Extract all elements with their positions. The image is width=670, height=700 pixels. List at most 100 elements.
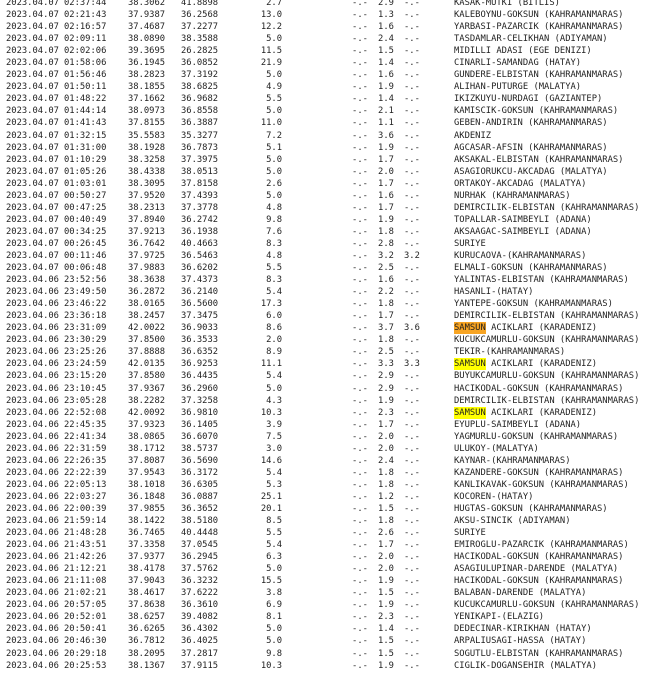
ml-cell: 2.4 [378, 34, 394, 45]
location-cell: KALEBOYNU-GOKSUN (KAHRAMANMARAS) [454, 10, 624, 21]
location-cell: BALABAN-DARENDE (MALATYA) [454, 588, 587, 599]
mw-cell: -.- [404, 287, 420, 298]
location-cell: SOGUTLU-ELBISTAN (KAHRAMANMARAS) [454, 648, 624, 659]
location-cell: KAYNAR-(KAHRAMANMARAS) [454, 455, 571, 466]
mw-cell: -.- [404, 154, 420, 165]
date-cell: 2023.04.07 [6, 106, 59, 117]
table-row: 2023.04.07 02:21:43 37.9387 36.2568 13.0 -.- 1… [6, 9, 639, 21]
ml-cell: 2.2 [378, 287, 394, 298]
mw-cell: -.- [404, 34, 420, 45]
mw-cell: -.- [404, 263, 420, 274]
mw-cell: -.- [404, 443, 420, 454]
mw-cell: -.- [404, 395, 420, 406]
time-cell: 22:41:34 [64, 431, 107, 442]
date-cell: 2023.04.06 [6, 407, 59, 418]
ml-cell: 1.4 [378, 94, 394, 105]
date-cell: 2023.04.06 [6, 636, 59, 647]
longitude-cell: 36.5600 [181, 299, 219, 310]
location-cell: AKSAKAL-ELBISTAN (KAHRAMANMARAS) [454, 154, 624, 165]
md-cell: -.- [352, 263, 368, 274]
table-row: 2023.04.06 23:36:18 38.2457 37.3475 6.0 -.- 1.… [6, 310, 639, 322]
md-cell: -.- [352, 118, 368, 129]
table-row: 2023.04.06 22:45:35 37.9323 36.1405 3.9 -.- 1.… [6, 419, 639, 431]
md-cell: -.- [352, 503, 368, 514]
md-cell: -.- [352, 624, 368, 635]
longitude-cell: 37.0545 [181, 540, 219, 551]
longitude-cell: 40.4663 [181, 238, 219, 249]
location-cell: YAGMURLU-GOKSUN (KAHRAMANMARAS) [454, 431, 619, 442]
ml-cell: 2.0 [378, 166, 394, 177]
depth-cell: 11.1 [260, 359, 282, 370]
md-cell: -.- [352, 299, 368, 310]
location-cell: GEBEN-ANDIRIN (KAHRAMANMARAS) [454, 118, 608, 129]
mw-cell: -.- [404, 166, 420, 177]
ml-cell: 1.6 [378, 70, 394, 81]
longitude-cell: 37.5762 [181, 564, 219, 575]
latitude-cell: 38.4178 [128, 564, 166, 575]
time-cell: 20:25:53 [64, 660, 107, 671]
mw-cell: -.- [404, 612, 420, 623]
mw-cell: -.- [404, 118, 420, 129]
mw-cell: -.- [404, 660, 420, 671]
depth-cell: 20.1 [260, 503, 282, 514]
longitude-cell: 38.0513 [181, 166, 219, 177]
date-cell: 2023.04.06 [6, 552, 59, 563]
time-cell: 00:06:48 [64, 263, 107, 274]
location-cell: AKSU-SINCIK (ADIYAMAN) [454, 516, 571, 527]
date-cell: 2023.04.06 [6, 311, 59, 322]
location-cell: KURUCAOVA-(KAHRAMANMARAS) [454, 250, 587, 261]
longitude-cell: 36.4302 [181, 624, 219, 635]
ml-cell: 1.8 [378, 479, 394, 490]
longitude-cell: 38.6825 [181, 82, 219, 93]
md-cell: -.- [352, 600, 368, 611]
latitude-cell: 37.9855 [128, 503, 166, 514]
location-cell: CINARLI-SAMANDAG (HATAY) [454, 58, 582, 69]
latitude-cell: 38.3095 [128, 178, 166, 189]
depth-cell: 21.9 [260, 58, 282, 69]
date-cell: 2023.04.06 [6, 287, 59, 298]
time-cell: 01:03:01 [64, 178, 107, 189]
longitude-cell: 36.9253 [181, 359, 219, 370]
table-row: 2023.04.06 21:11:08 37.9043 36.3232 15.5 -.- 1… [6, 575, 639, 587]
location-cell: YALINTAS-ELBISTAN (KAHRAMANMARAS) [454, 275, 629, 286]
location-cell: HUGTAS-GOKSUN (KAHRAMANMARAS) [454, 503, 608, 514]
time-cell: 23:30:29 [64, 335, 107, 346]
date-cell: 2023.04.06 [6, 431, 59, 442]
latitude-cell: 38.3062 [128, 0, 166, 8]
location-cell: NURHAK (KAHRAMANMARAS) [454, 190, 571, 201]
md-cell: -.- [352, 491, 368, 502]
longitude-cell: 38.5737 [181, 443, 219, 454]
longitude-cell: 36.1405 [181, 419, 219, 430]
ml-cell: 2.3 [378, 612, 394, 623]
latitude-cell: 37.9883 [128, 263, 166, 274]
longitude-cell: 36.0887 [181, 491, 219, 502]
mw-cell: -.- [404, 371, 420, 382]
md-cell: -.- [352, 70, 368, 81]
depth-cell: 14.6 [260, 455, 282, 466]
depth-cell: 8.3 [266, 275, 282, 286]
depth-cell: 5.4 [266, 540, 282, 551]
depth-cell: 5.4 [266, 467, 282, 478]
ml-cell: 1.5 [378, 648, 394, 659]
longitude-cell: 37.9115 [181, 660, 219, 671]
longitude-cell: 36.9033 [181, 323, 219, 334]
table-row: 2023.04.06 22:52:08 42.0092 36.9810 10.3 -.- 2… [6, 406, 639, 419]
date-cell: 2023.04.06 [6, 371, 59, 382]
time-cell: 22:26:35 [64, 455, 107, 466]
latitude-cell: 36.7812 [128, 636, 166, 647]
mw-cell: -.- [404, 178, 420, 189]
time-cell: 21:48:28 [64, 528, 107, 539]
mw-cell: -.- [404, 455, 420, 466]
mw-cell: 3.2 [404, 250, 420, 261]
md-cell: -.- [352, 0, 368, 8]
md-cell: -.- [352, 576, 368, 587]
latitude-cell: 37.8087 [128, 455, 166, 466]
time-cell: 00:11:46 [64, 250, 107, 261]
md-cell: -.- [352, 443, 368, 454]
md-cell: -.- [352, 311, 368, 322]
md-cell: -.- [352, 250, 368, 261]
time-cell: 01:50:11 [64, 82, 107, 93]
table-row: 2023.04.06 23:05:28 38.2282 37.3258 4.3 -.- 1.… [6, 395, 639, 407]
latitude-cell: 38.6257 [128, 612, 166, 623]
depth-cell: 13.0 [260, 10, 282, 21]
